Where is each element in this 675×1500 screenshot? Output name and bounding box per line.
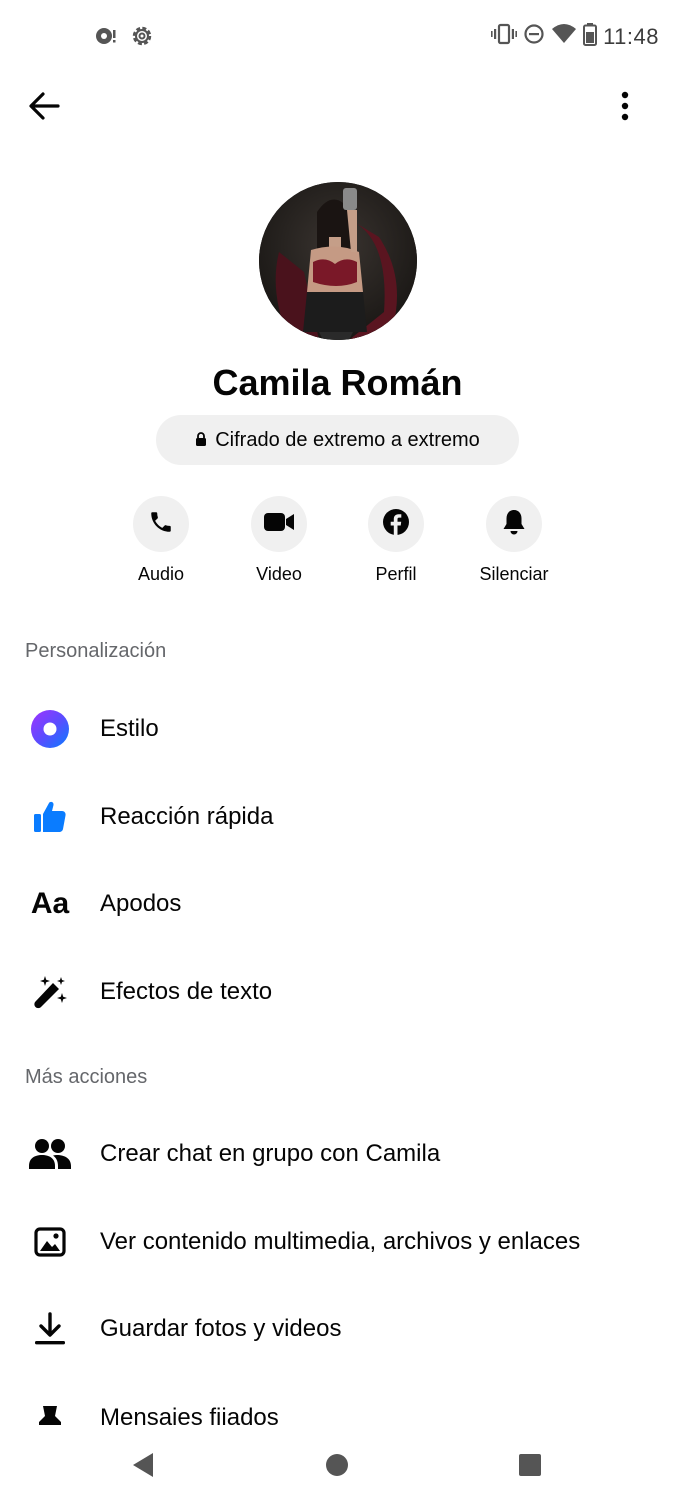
more-vertical-icon (621, 91, 629, 126)
menu-item-guardar-fotos[interactable]: Guardar fotos y videos (0, 1289, 675, 1369)
profile-header: Camila Román Cifrado de extremo a extrem… (0, 182, 675, 465)
wifi-icon (551, 23, 577, 50)
arrow-left-icon (28, 91, 60, 125)
menu-item-label: Estilo (100, 715, 159, 742)
mute-button[interactable]: Silenciar (454, 496, 574, 585)
nav-recents-button[interactable] (510, 1447, 550, 1487)
menu-item-label: Ver contenido multimedia, archivos y enl… (100, 1228, 581, 1255)
do-not-disturb-icon (523, 23, 545, 50)
audio-call-button[interactable]: Audio (101, 496, 221, 585)
audio-button-circle (133, 496, 189, 552)
image-icon (28, 1220, 72, 1264)
top-bar (0, 72, 675, 144)
profile-label: Perfil (375, 564, 417, 584)
status-bar: 11:48 (0, 0, 675, 72)
home-circle-icon (325, 1453, 349, 1482)
profile-button[interactable]: Perfil (336, 496, 456, 585)
status-left-icons (94, 24, 154, 53)
magic-wand-icon (28, 970, 72, 1014)
system-navigation-bar (0, 1425, 675, 1500)
mute-label: Silenciar (479, 564, 549, 584)
menu-item-estilo[interactable]: Estilo (0, 689, 675, 769)
video-camera-icon (263, 511, 295, 538)
bell-icon (501, 508, 527, 541)
download-icon (28, 1307, 72, 1351)
record-icon (94, 24, 118, 53)
section-personalization-title: Personalización (25, 640, 167, 662)
menu-item-reaccion-rapida[interactable]: Reacción rápida (0, 777, 675, 857)
section-more-actions-title: Más acciones (25, 1066, 148, 1088)
back-button[interactable] (22, 88, 66, 128)
back-triangle-icon (131, 1452, 155, 1483)
action-buttons: Audio Video Perfil Silenciar (0, 496, 675, 596)
menu-item-apodos[interactable]: Aa Apodos (0, 864, 675, 944)
menu-item-label: Mensajes fijados (100, 1404, 279, 1425)
more-options-button[interactable] (613, 86, 637, 130)
contact-name: Camila Román (212, 362, 463, 403)
mute-button-circle (486, 496, 542, 552)
menu-item-label: Crear chat en grupo con Camila (100, 1140, 441, 1167)
text-aa-icon: Aa (30, 887, 70, 920)
status-time: 11:48 (603, 23, 659, 49)
menu-item-label: Guardar fotos y videos (100, 1315, 342, 1342)
status-right-icons: 11:48 (491, 22, 659, 51)
gear-icon (130, 24, 154, 53)
video-button-circle (251, 496, 307, 552)
pin-icon (28, 1398, 72, 1425)
menu-item-efectos-texto[interactable]: Efectos de texto (0, 952, 675, 1032)
menu-item-crear-grupo[interactable]: Crear chat en grupo con Camila (0, 1114, 675, 1194)
thumbs-up-icon (28, 795, 72, 839)
theme-circle-icon (28, 707, 72, 751)
menu-item-label: Reacción rápida (100, 803, 274, 830)
menu-item-label: Apodos (100, 890, 182, 917)
group-people-icon (28, 1132, 72, 1176)
nav-home-button[interactable] (317, 1447, 357, 1487)
battery-icon (583, 22, 598, 51)
facebook-icon (382, 508, 410, 541)
menu-item-mensajes-fijados[interactable]: Mensajes fijados (0, 1376, 675, 1425)
profile-button-circle (368, 496, 424, 552)
nav-back-button[interactable] (123, 1447, 163, 1487)
video-label: Video (256, 564, 302, 584)
recents-square-icon (518, 1453, 542, 1482)
phone-icon (148, 509, 174, 540)
encryption-label: Cifrado de extremo a extremo (215, 428, 480, 451)
video-call-button[interactable]: Video (219, 496, 339, 585)
avatar[interactable] (258, 182, 417, 340)
vibrate-icon (491, 22, 518, 51)
lock-icon (195, 429, 207, 452)
menu-item-label: Efectos de texto (100, 978, 273, 1005)
audio-label: Audio (137, 564, 185, 584)
menu-item-ver-multimedia[interactable]: Ver contenido multimedia, archivos y enl… (0, 1202, 675, 1282)
encryption-badge[interactable]: Cifrado de extremo a extremo (156, 415, 519, 465)
